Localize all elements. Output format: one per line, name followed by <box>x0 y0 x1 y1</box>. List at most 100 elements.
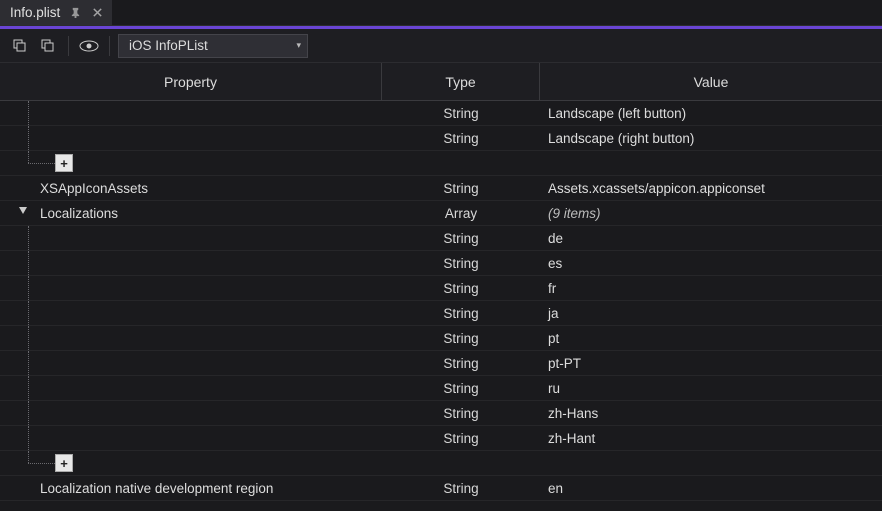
tree-guide <box>28 376 29 400</box>
table-row[interactable]: Stringpt-PT <box>0 351 882 376</box>
pin-icon[interactable] <box>68 6 82 20</box>
header-property[interactable]: Property <box>0 63 382 100</box>
cell-property[interactable] <box>0 426 382 450</box>
cell-type[interactable]: String <box>382 401 540 425</box>
toggle-view-button[interactable] <box>77 34 101 58</box>
cell-property[interactable] <box>0 376 382 400</box>
cell-value[interactable] <box>540 151 882 175</box>
header-type[interactable]: Type <box>382 63 540 100</box>
cell-value[interactable]: pt-PT <box>540 351 882 375</box>
collapse-all-button[interactable] <box>36 34 60 58</box>
cell-value[interactable]: en <box>540 476 882 500</box>
cell-value[interactable]: fr <box>540 276 882 300</box>
value-label: ru <box>548 381 560 396</box>
cell-property[interactable] <box>0 351 382 375</box>
grid-header: Property Type Value <box>0 63 882 101</box>
schema-dropdown[interactable]: iOS InfoPList ▾ <box>118 34 308 58</box>
cell-type[interactable]: Array <box>382 201 540 225</box>
tree-guide <box>28 251 29 275</box>
cell-value[interactable]: Landscape (right button) <box>540 126 882 150</box>
cell-property[interactable]: XSAppIconAssets <box>0 176 382 200</box>
separator <box>68 36 69 56</box>
cell-value[interactable]: Landscape (left button) <box>540 101 882 125</box>
table-row[interactable]: Stringzh-Hant <box>0 426 882 451</box>
cell-value[interactable]: zh-Hant <box>540 426 882 450</box>
tree-guide <box>28 451 29 463</box>
cell-value[interactable]: (9 items) <box>540 201 882 225</box>
add-row-button[interactable]: + <box>55 454 73 472</box>
tree-guide <box>28 426 29 450</box>
cell-property[interactable]: + <box>0 451 382 475</box>
table-row[interactable]: String de <box>0 226 882 251</box>
expand-all-button[interactable] <box>8 34 32 58</box>
table-row[interactable]: Stringja <box>0 301 882 326</box>
tree-guide <box>28 301 29 325</box>
add-row-button[interactable]: + <box>55 154 73 172</box>
tab-title: Info.plist <box>10 5 60 20</box>
tree-guide <box>28 401 29 425</box>
value-label: de <box>548 231 563 246</box>
cell-type[interactable]: String <box>382 476 540 500</box>
cell-type[interactable] <box>382 451 540 475</box>
cell-value[interactable]: ru <box>540 376 882 400</box>
cell-type[interactable]: String <box>382 276 540 300</box>
cell-type[interactable]: String <box>382 101 540 125</box>
cell-property[interactable] <box>0 251 382 275</box>
cell-property[interactable]: Localizations <box>0 201 382 225</box>
cell-property[interactable] <box>0 226 382 250</box>
tab-infoplist[interactable]: Info.plist <box>0 0 112 25</box>
cell-type[interactable]: String <box>382 376 540 400</box>
cell-value[interactable]: de <box>540 226 882 250</box>
expand-toggle-icon[interactable] <box>18 205 30 217</box>
separator <box>109 36 110 56</box>
close-icon[interactable] <box>90 6 104 20</box>
header-value[interactable]: Value <box>540 63 882 100</box>
cell-type[interactable]: String <box>382 301 540 325</box>
table-row[interactable]: Localization native development regionSt… <box>0 476 882 501</box>
cell-property[interactable] <box>0 101 382 125</box>
cell-value[interactable] <box>540 451 882 475</box>
cell-type[interactable] <box>382 151 540 175</box>
property-label: Localizations <box>40 206 118 221</box>
cell-type[interactable]: String <box>382 226 540 250</box>
table-row[interactable]: String pt <box>0 326 882 351</box>
cell-property[interactable] <box>0 326 382 350</box>
type-label: String <box>443 381 478 396</box>
tree-guide <box>28 351 29 375</box>
table-row[interactable]: StringLandscape (right button) <box>0 126 882 151</box>
value-label: Assets.xcassets/appicon.appiconset <box>548 181 765 196</box>
table-row[interactable]: XSAppIconAssetsString Assets.xcassets/app… <box>0 176 882 201</box>
tree-guide <box>28 126 29 150</box>
cell-property[interactable] <box>0 301 382 325</box>
cell-type[interactable]: String <box>382 351 540 375</box>
cell-property[interactable]: Localization native development region <box>0 476 382 500</box>
table-row[interactable]: Stringes <box>0 251 882 276</box>
value-label: pt <box>548 331 559 346</box>
cell-value[interactable]: Assets.xcassets/appicon.appiconset <box>540 176 882 200</box>
value-label: Landscape (left button) <box>548 106 686 121</box>
cell-property[interactable] <box>0 276 382 300</box>
cell-value[interactable]: pt <box>540 326 882 350</box>
cell-value[interactable]: es <box>540 251 882 275</box>
table-row[interactable]: Localizations Array(9 items) <box>0 201 882 226</box>
plist-grid: Property Type Value String Landscape (lef… <box>0 63 882 511</box>
cell-property[interactable] <box>0 401 382 425</box>
type-label: String <box>443 231 478 246</box>
cell-type[interactable]: String <box>382 176 540 200</box>
cell-value[interactable]: zh-Hans <box>540 401 882 425</box>
cell-type[interactable]: String <box>382 426 540 450</box>
table-row[interactable]: String ru <box>0 376 882 401</box>
table-row[interactable]: Stringfr <box>0 276 882 301</box>
cell-type[interactable]: String <box>382 251 540 275</box>
grid-body: StringLandscape (left button)StringLands… <box>0 101 882 501</box>
cell-value[interactable]: ja <box>540 301 882 325</box>
table-row[interactable]: + <box>0 151 882 176</box>
cell-property[interactable] <box>0 126 382 150</box>
table-row[interactable]: + <box>0 451 882 476</box>
table-row[interactable]: String Landscape (left button) <box>0 101 882 126</box>
cell-type[interactable]: String <box>382 326 540 350</box>
cell-property[interactable]: + <box>0 151 382 175</box>
toolbar: iOS InfoPList ▾ <box>0 29 882 63</box>
cell-type[interactable]: String <box>382 126 540 150</box>
table-row[interactable]: Stringzh-Hans <box>0 401 882 426</box>
